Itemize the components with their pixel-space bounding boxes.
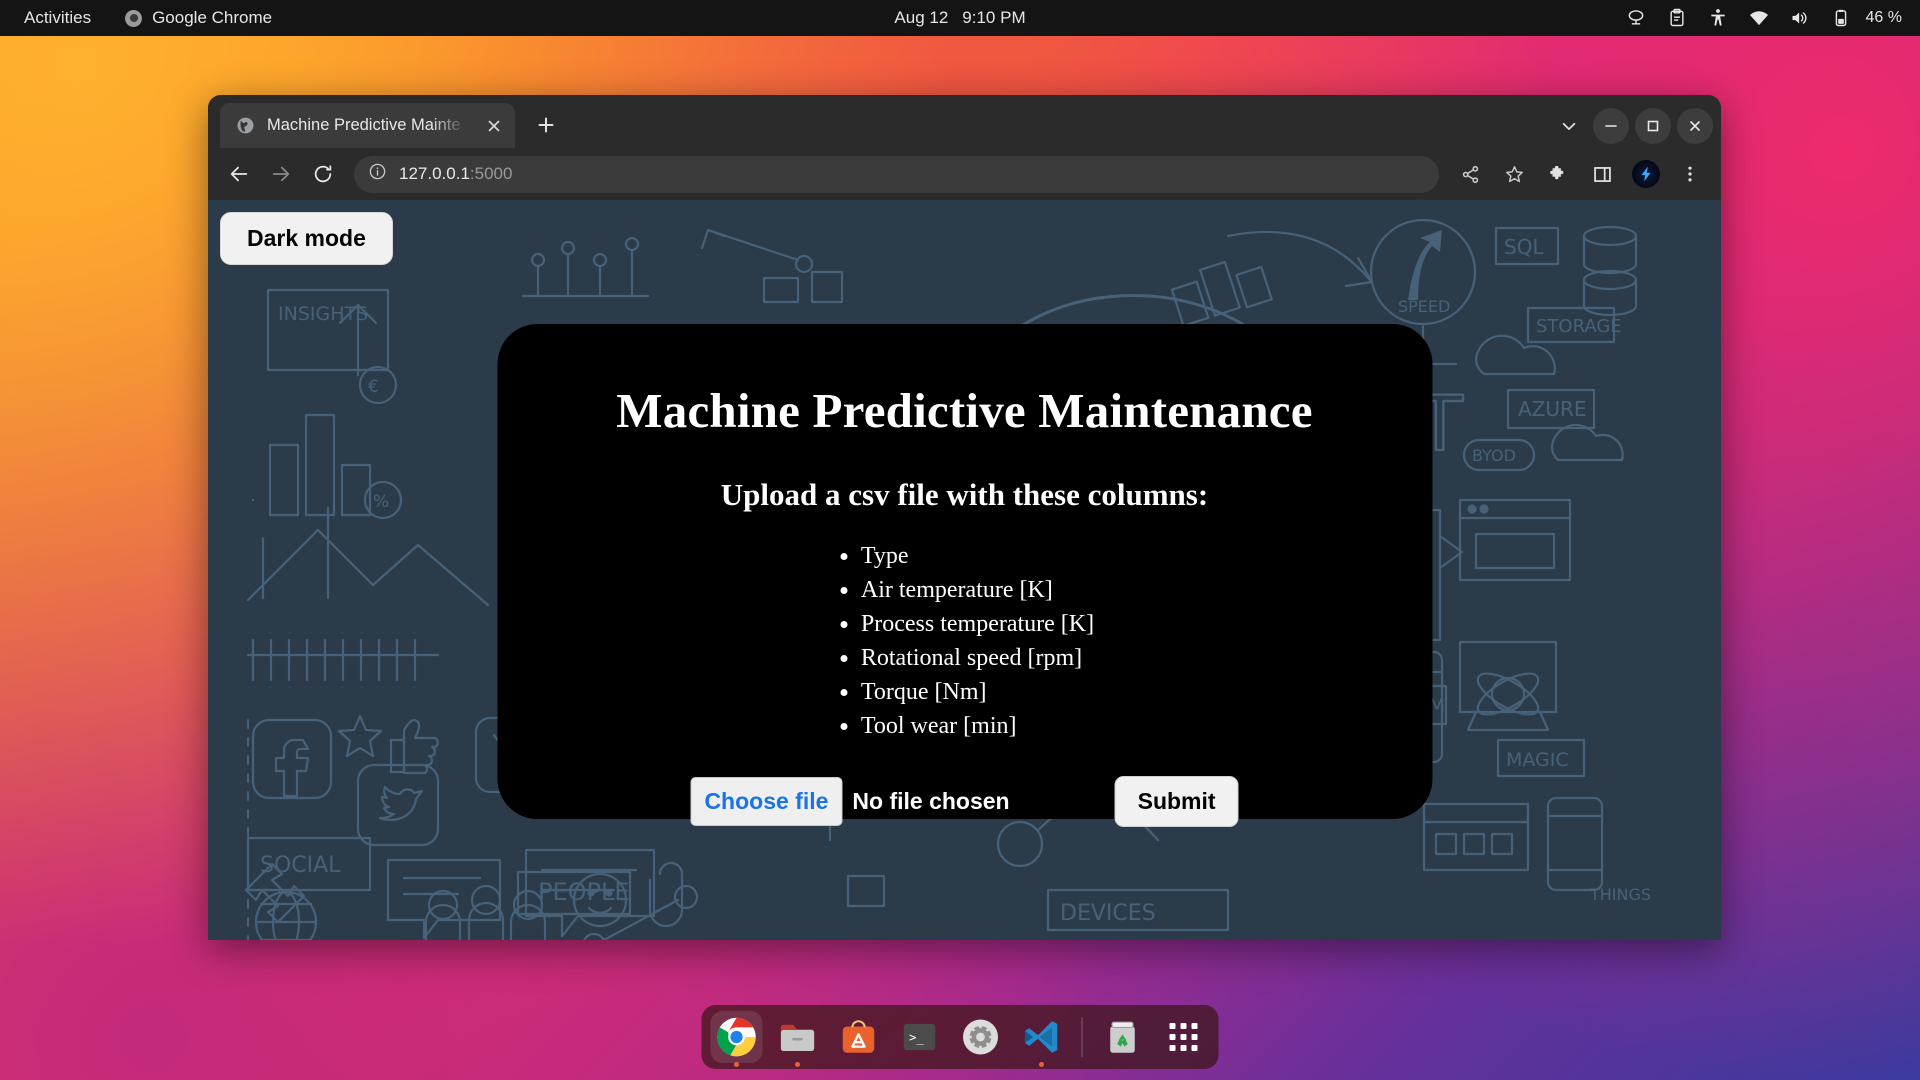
extension-avatar [1632, 160, 1660, 188]
dock-item-trash[interactable] [1097, 1011, 1149, 1063]
svg-text:PEOPLE: PEOPLE [538, 878, 630, 906]
dock-item-settings[interactable] [955, 1011, 1007, 1063]
tab-strip: Machine Predictive Mainte [208, 95, 1721, 148]
dock-item-appgrid[interactable] [1158, 1011, 1210, 1063]
new-tab-button[interactable] [529, 108, 563, 142]
required-columns-list: Type Air temperature [K] Process tempera… [835, 539, 1094, 743]
list-item: Rotational speed [rpm] [861, 641, 1094, 675]
svg-text:€: € [368, 377, 379, 397]
minimize-button[interactable] [1593, 108, 1629, 144]
side-panel-icon[interactable] [1583, 155, 1621, 193]
ubuntu-dock: >_ [701, 1005, 1219, 1069]
tab-search-button[interactable] [1551, 108, 1587, 144]
page-title: Machine Predictive Maintenance [616, 383, 1313, 438]
svg-text:MAGIC: MAGIC [1506, 749, 1569, 771]
dock-item-vscode[interactable] [1016, 1011, 1068, 1067]
maximize-button[interactable] [1635, 108, 1671, 144]
dock-separator [1081, 1017, 1083, 1057]
close-button[interactable] [1677, 108, 1713, 144]
browser-tab[interactable]: Machine Predictive Mainte [220, 103, 515, 148]
star-icon[interactable] [1495, 155, 1533, 193]
dock-item-terminal[interactable]: >_ [894, 1011, 946, 1063]
lightning-bolt-extension-icon[interactable] [1627, 155, 1665, 193]
system-top-bar: Activities Google Chrome Aug 12 9:10 PM [0, 0, 1920, 36]
list-item: Tool wear [min] [861, 709, 1094, 743]
running-indicator [795, 1062, 800, 1067]
svg-text:SQL: SQL [1504, 235, 1544, 259]
globe-icon [236, 116, 255, 135]
puzzle-icon[interactable] [1539, 155, 1577, 193]
tab-close-icon[interactable] [483, 115, 505, 137]
clipboard-icon[interactable] [1667, 8, 1687, 28]
svg-text:SPEED: SPEED [1398, 297, 1450, 316]
page-viewport: INSIGHTS € % SOCIAL SPEED SQL STORAGE AZ… [208, 200, 1721, 940]
file-input[interactable]: Choose file No file chosen [690, 777, 1010, 827]
svg-text:INSIGHTS: INSIGHTS [278, 303, 368, 325]
accessibility-icon[interactable] [1708, 8, 1728, 28]
dark-mode-button[interactable]: Dark mode [220, 212, 393, 265]
url-text: 127.0.0.1:5000 [399, 164, 512, 184]
volume-icon[interactable] [1790, 8, 1810, 28]
system-tray[interactable]: 46 % [1626, 0, 1902, 36]
clock-time: 9:10 PM [962, 8, 1026, 27]
info-icon[interactable] [368, 162, 387, 186]
address-bar[interactable]: 127.0.0.1:5000 [354, 155, 1439, 193]
running-indicator [734, 1062, 739, 1067]
three-dot-menu-icon[interactable] [1671, 155, 1709, 193]
dock-item-chrome[interactable] [710, 1011, 763, 1067]
file-status-label: No file chosen [852, 788, 1010, 815]
url-host: 127.0.0.1 [399, 164, 470, 183]
upload-form: Choose file No file chosen Submit [547, 776, 1382, 828]
chrome-icon [125, 9, 143, 27]
browser-toolbar: 127.0.0.1:5000 [208, 148, 1721, 200]
list-item: Torque [Nm] [861, 675, 1094, 709]
activities-button[interactable]: Activities [24, 8, 91, 28]
list-item: Type [861, 539, 1094, 573]
toolbar-actions [1451, 155, 1709, 193]
tab-title: Machine Predictive Mainte [267, 116, 461, 134]
app-grid-icon [1169, 1023, 1198, 1051]
svg-text:THINGS: THINGS [1589, 885, 1651, 904]
choose-file-button[interactable]: Choose file [690, 777, 843, 827]
forward-arrow-icon[interactable] [262, 155, 300, 193]
screencast-icon[interactable] [1626, 8, 1646, 28]
window-controls [1551, 108, 1713, 144]
submit-button[interactable]: Submit [1114, 776, 1239, 828]
reload-icon[interactable] [304, 155, 342, 193]
list-item: Air temperature [K] [861, 573, 1094, 607]
wifi-icon[interactable] [1749, 8, 1769, 28]
svg-text:DEVICES: DEVICES [1060, 901, 1156, 926]
clock-menu[interactable]: Aug 12 9:10 PM [894, 0, 1025, 36]
clock-date: Aug 12 [894, 8, 949, 27]
dock-item-software[interactable] [833, 1011, 885, 1063]
upload-subtitle: Upload a csv file with these columns: [720, 477, 1209, 512]
list-item: Process temperature [K] [861, 607, 1094, 641]
svg-text:STORAGE: STORAGE [1536, 316, 1622, 337]
chrome-browser-window: Machine Predictive Mainte 127.0.0.1:5000… [208, 95, 1721, 940]
battery-icon[interactable] [1831, 8, 1851, 28]
focused-app-menu[interactable]: Google Chrome [125, 8, 272, 28]
svg-text:BYOD: BYOD [1472, 446, 1516, 465]
share-icon[interactable] [1451, 155, 1489, 193]
running-indicator [1039, 1062, 1044, 1067]
dock-item-files[interactable] [772, 1011, 824, 1067]
back-arrow-icon[interactable] [220, 155, 258, 193]
focused-app-label: Google Chrome [152, 8, 273, 27]
svg-text:%: % [373, 492, 389, 512]
battery-percent: 46 % [1865, 9, 1902, 26]
upload-modal: Machine Predictive Maintenance Upload a … [497, 324, 1432, 828]
svg-text:AZURE: AZURE [1518, 397, 1587, 421]
svg-text:>_: >_ [909, 1030, 924, 1044]
url-port: :5000 [469, 164, 513, 183]
